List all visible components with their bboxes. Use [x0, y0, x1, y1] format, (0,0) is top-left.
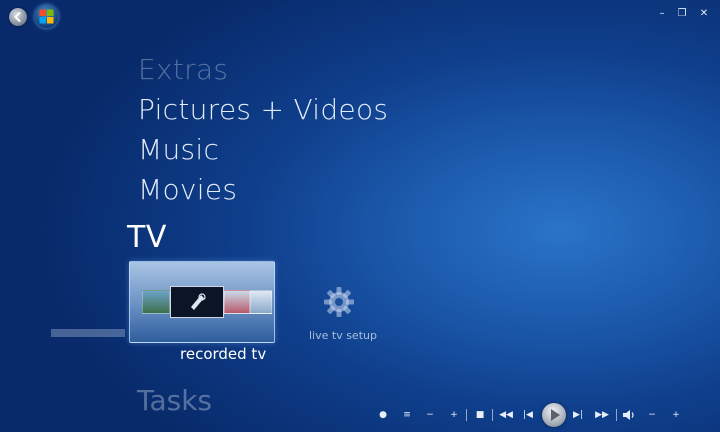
windows-logo-icon	[39, 9, 54, 24]
scroll-indicator	[51, 329, 125, 337]
speaker-icon	[623, 410, 634, 420]
menu-item-extras[interactable]: Extras	[138, 50, 388, 90]
volume-up-button[interactable]: +	[670, 409, 682, 421]
thumbnail	[224, 290, 250, 314]
main-menu: Extras Pictures + Videos Music Movies	[138, 50, 388, 210]
minimize-button[interactable]: –	[655, 8, 669, 20]
live-tv-setup-button[interactable]	[322, 285, 356, 319]
thumbnail	[250, 290, 272, 314]
channel-down-button[interactable]: −	[424, 409, 436, 421]
divider	[466, 409, 467, 421]
play-icon	[551, 409, 560, 421]
live-tv-setup-label: live tv setup	[309, 329, 377, 342]
close-button[interactable]: ✕	[697, 8, 711, 20]
restore-button[interactable]: ❐	[675, 8, 689, 20]
recorded-tv-label: recorded tv	[180, 345, 267, 363]
thumbnail	[142, 290, 170, 314]
menu-item-movies[interactable]: Movies	[138, 170, 388, 210]
recorded-tv-tile[interactable]	[129, 261, 275, 343]
mute-button[interactable]	[622, 409, 636, 421]
back-arrow-icon	[14, 12, 21, 22]
section-title-tv[interactable]: TV	[127, 220, 167, 255]
record-button[interactable]: ●	[377, 409, 389, 421]
gear-icon	[324, 287, 354, 317]
menu-item-tasks[interactable]: Tasks	[137, 384, 212, 417]
divider	[492, 409, 493, 421]
channel-up-button[interactable]: +	[448, 409, 460, 421]
volume-down-button[interactable]: −	[646, 409, 658, 421]
rewind-button[interactable]: ◀◀	[498, 409, 514, 421]
tv-icon	[170, 286, 224, 318]
recorded-tv-thumbnails	[138, 286, 272, 318]
divider	[616, 409, 617, 421]
play-button[interactable]	[542, 403, 566, 427]
stop-button[interactable]: ■	[474, 409, 486, 421]
next-button[interactable]: ▶|	[572, 409, 584, 421]
transport-controls: ● ≡ − + ■ ◀◀ |◀ ▶| ▶▶ − +	[372, 400, 720, 430]
guide-list-button[interactable]: ≡	[401, 409, 413, 421]
previous-button[interactable]: |◀	[522, 409, 534, 421]
back-button[interactable]	[9, 8, 27, 26]
menu-item-pictures-videos[interactable]: Pictures + Videos	[138, 90, 388, 130]
fast-forward-button[interactable]: ▶▶	[594, 409, 610, 421]
menu-item-music[interactable]: Music	[138, 130, 388, 170]
top-bar: – ❐ ✕	[0, 0, 720, 34]
windows-start-button[interactable]	[35, 5, 58, 28]
